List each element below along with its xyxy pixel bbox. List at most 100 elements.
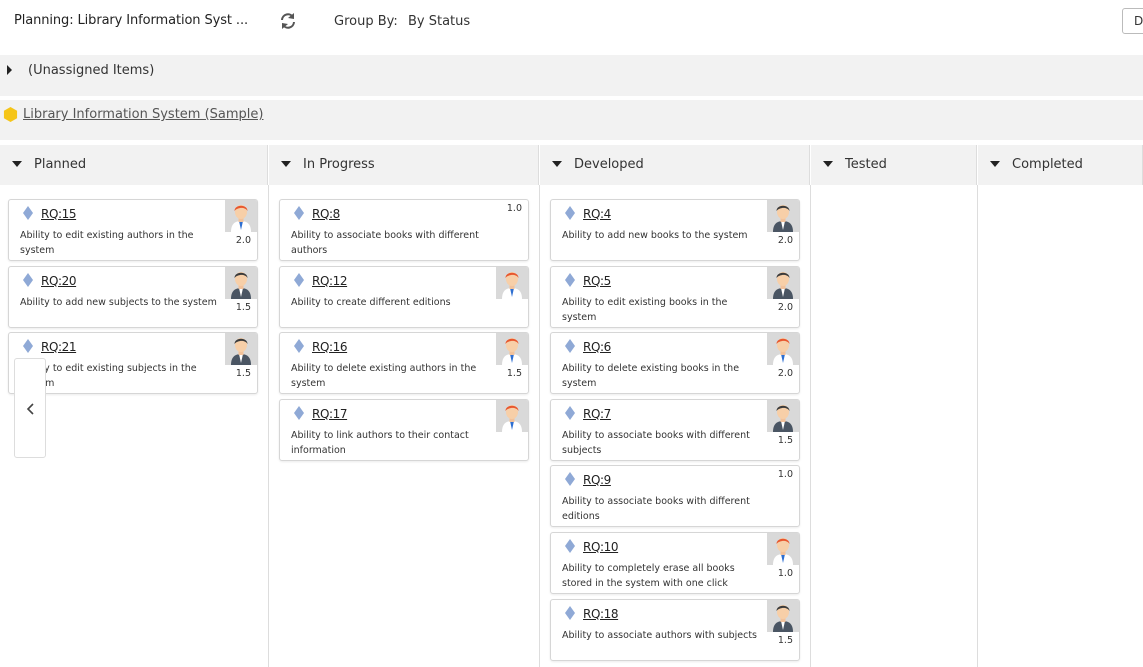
column-divider xyxy=(268,185,269,667)
requirement-diamond-icon xyxy=(23,206,33,220)
column-header-completed[interactable]: Completed xyxy=(978,145,1143,185)
requirement-diamond-icon xyxy=(565,606,575,620)
project-hexagon-icon xyxy=(3,107,18,122)
dark-hair-person-icon xyxy=(225,333,257,365)
column-header-tested[interactable]: Tested xyxy=(811,145,977,185)
estimate-value: 1.5 xyxy=(777,435,793,446)
requirement-card[interactable]: RQ:15 Ability to edit existing authors i… xyxy=(8,199,258,261)
requirement-diamond-icon xyxy=(565,472,575,486)
requirement-diamond-icon xyxy=(294,406,304,420)
estimate-value: 2.0 xyxy=(777,302,793,313)
requirement-id-link[interactable]: RQ:7 xyxy=(583,407,611,421)
requirement-diamond-icon xyxy=(294,273,304,287)
requirement-id-link[interactable]: RQ:20 xyxy=(41,274,77,288)
requirement-card[interactable]: RQ:8 Ability to associate books with dif… xyxy=(279,199,529,261)
requirement-diamond-icon xyxy=(565,406,575,420)
requirement-card[interactable]: RQ:9 Ability to associate books with dif… xyxy=(550,465,800,527)
project-group-row: Library Information System (Sample) xyxy=(0,100,1143,140)
estimate-value: 1.5 xyxy=(235,302,251,313)
column-label: Developed xyxy=(574,157,644,172)
requirement-description: Ability to add new subjects to the syste… xyxy=(20,297,217,308)
collapse-arrow-icon[interactable] xyxy=(12,161,22,167)
column-label: Planned xyxy=(34,157,87,172)
requirement-diamond-icon xyxy=(294,339,304,353)
requirement-card[interactable]: RQ:10 Ability to completely erase all bo… xyxy=(550,532,800,594)
estimate-value: 1.5 xyxy=(506,368,522,379)
collapse-arrow-icon[interactable] xyxy=(823,161,833,167)
toolbar: Planning: Library Information Syst ... G… xyxy=(0,0,1143,44)
red-hair-person-icon xyxy=(496,267,528,299)
requirement-id-link[interactable]: RQ:10 xyxy=(583,540,619,554)
requirement-card[interactable]: RQ:6 Ability to delete existing books in… xyxy=(550,332,800,394)
requirement-card[interactable]: RQ:7 Ability to associate books with dif… xyxy=(550,399,800,461)
column-header-developed[interactable]: Developed xyxy=(540,145,810,185)
dark-hair-person-icon xyxy=(225,267,257,299)
requirement-card[interactable]: RQ:12 Ability to create different editio… xyxy=(279,266,529,328)
collapse-arrow-icon[interactable] xyxy=(990,161,1000,167)
requirement-diamond-icon xyxy=(565,539,575,553)
requirement-description: Ability to completely erase all books st… xyxy=(562,563,735,589)
expand-arrow-icon[interactable] xyxy=(7,65,12,75)
dark-hair-person-icon xyxy=(767,400,799,432)
estimate-value: 2.0 xyxy=(777,235,793,246)
requirement-description: Ability to associate books with differen… xyxy=(562,496,750,522)
page-title[interactable]: Planning: Library Information Syst ... xyxy=(14,13,248,28)
dark-hair-person-icon xyxy=(767,267,799,299)
requirement-description: Ability to edit existing books in the sy… xyxy=(562,297,728,323)
requirement-description: Ability to delete existing authors in th… xyxy=(291,363,477,389)
refresh-icon[interactable] xyxy=(279,12,297,30)
chevron-left-icon[interactable] xyxy=(25,403,37,415)
requirement-card[interactable]: RQ:4 Ability to add new books to the sys… xyxy=(550,199,800,261)
requirement-card[interactable]: RQ:18 Ability to associate authors with … xyxy=(550,599,800,661)
requirement-id-link[interactable]: RQ:21 xyxy=(41,340,77,354)
collapse-arrow-icon[interactable] xyxy=(281,161,291,167)
requirement-diamond-icon xyxy=(565,206,575,220)
requirement-diamond-icon xyxy=(23,273,33,287)
requirement-card[interactable]: RQ:20 Ability to add new subjects to the… xyxy=(8,266,258,328)
requirement-id-link[interactable]: RQ:8 xyxy=(312,207,340,221)
collapse-arrow-icon[interactable] xyxy=(552,161,562,167)
requirement-description: Ability to edit existing subjects in the… xyxy=(20,363,197,389)
estimate-value: 2.0 xyxy=(235,235,251,246)
red-hair-person-icon xyxy=(496,333,528,365)
estimate-value: 1.0 xyxy=(777,568,793,579)
column-label: Tested xyxy=(845,157,887,172)
requirement-id-link[interactable]: RQ:18 xyxy=(583,607,619,621)
dark-hair-person-icon xyxy=(767,600,799,632)
requirement-id-link[interactable]: RQ:6 xyxy=(583,340,611,354)
requirement-diamond-icon xyxy=(294,206,304,220)
requirement-card[interactable]: RQ:5 Ability to edit existing books in t… xyxy=(550,266,800,328)
group-by-dropdown[interactable]: By Status xyxy=(408,14,470,29)
red-hair-person-icon xyxy=(767,333,799,365)
requirement-id-link[interactable]: RQ:5 xyxy=(583,274,611,288)
estimate-value: 2.0 xyxy=(777,368,793,379)
column-header-in-progress[interactable]: In Progress xyxy=(269,145,539,185)
requirement-description: Ability to associate books with differen… xyxy=(291,230,479,256)
requirement-id-link[interactable]: RQ:15 xyxy=(41,207,77,221)
requirement-id-link[interactable]: RQ:17 xyxy=(312,407,348,421)
dark-hair-person-icon xyxy=(767,200,799,232)
unassigned-group-row[interactable]: (Unassigned Items) xyxy=(0,55,1143,96)
column-divider xyxy=(539,185,540,667)
requirement-description: Ability to add new books to the system xyxy=(562,230,748,241)
requirement-description: Ability to delete existing books in the … xyxy=(562,363,740,389)
requirement-description: Ability to associate authors with subjec… xyxy=(562,630,758,641)
display-button[interactable]: D xyxy=(1122,8,1143,34)
requirement-id-link[interactable]: RQ:9 xyxy=(583,473,611,487)
requirement-id-link[interactable]: RQ:16 xyxy=(312,340,348,354)
column-divider xyxy=(977,185,978,667)
requirement-diamond-icon xyxy=(565,339,575,353)
requirement-id-link[interactable]: RQ:12 xyxy=(312,274,348,288)
red-hair-person-icon xyxy=(225,200,257,232)
column-divider xyxy=(810,185,811,667)
collapse-panel-tab[interactable] xyxy=(14,358,46,458)
red-hair-person-icon xyxy=(767,533,799,565)
requirement-id-link[interactable]: RQ:4 xyxy=(583,207,611,221)
estimate-value: 1.5 xyxy=(235,368,251,379)
requirement-diamond-icon xyxy=(565,273,575,287)
project-link[interactable]: Library Information System (Sample) xyxy=(23,107,263,122)
column-header-planned[interactable]: Planned xyxy=(0,145,268,185)
requirement-description: Ability to associate books with differen… xyxy=(562,430,750,456)
requirement-card[interactable]: RQ:17 Ability to link authors to their c… xyxy=(279,399,529,461)
requirement-card[interactable]: RQ:16 Ability to delete existing authors… xyxy=(279,332,529,394)
